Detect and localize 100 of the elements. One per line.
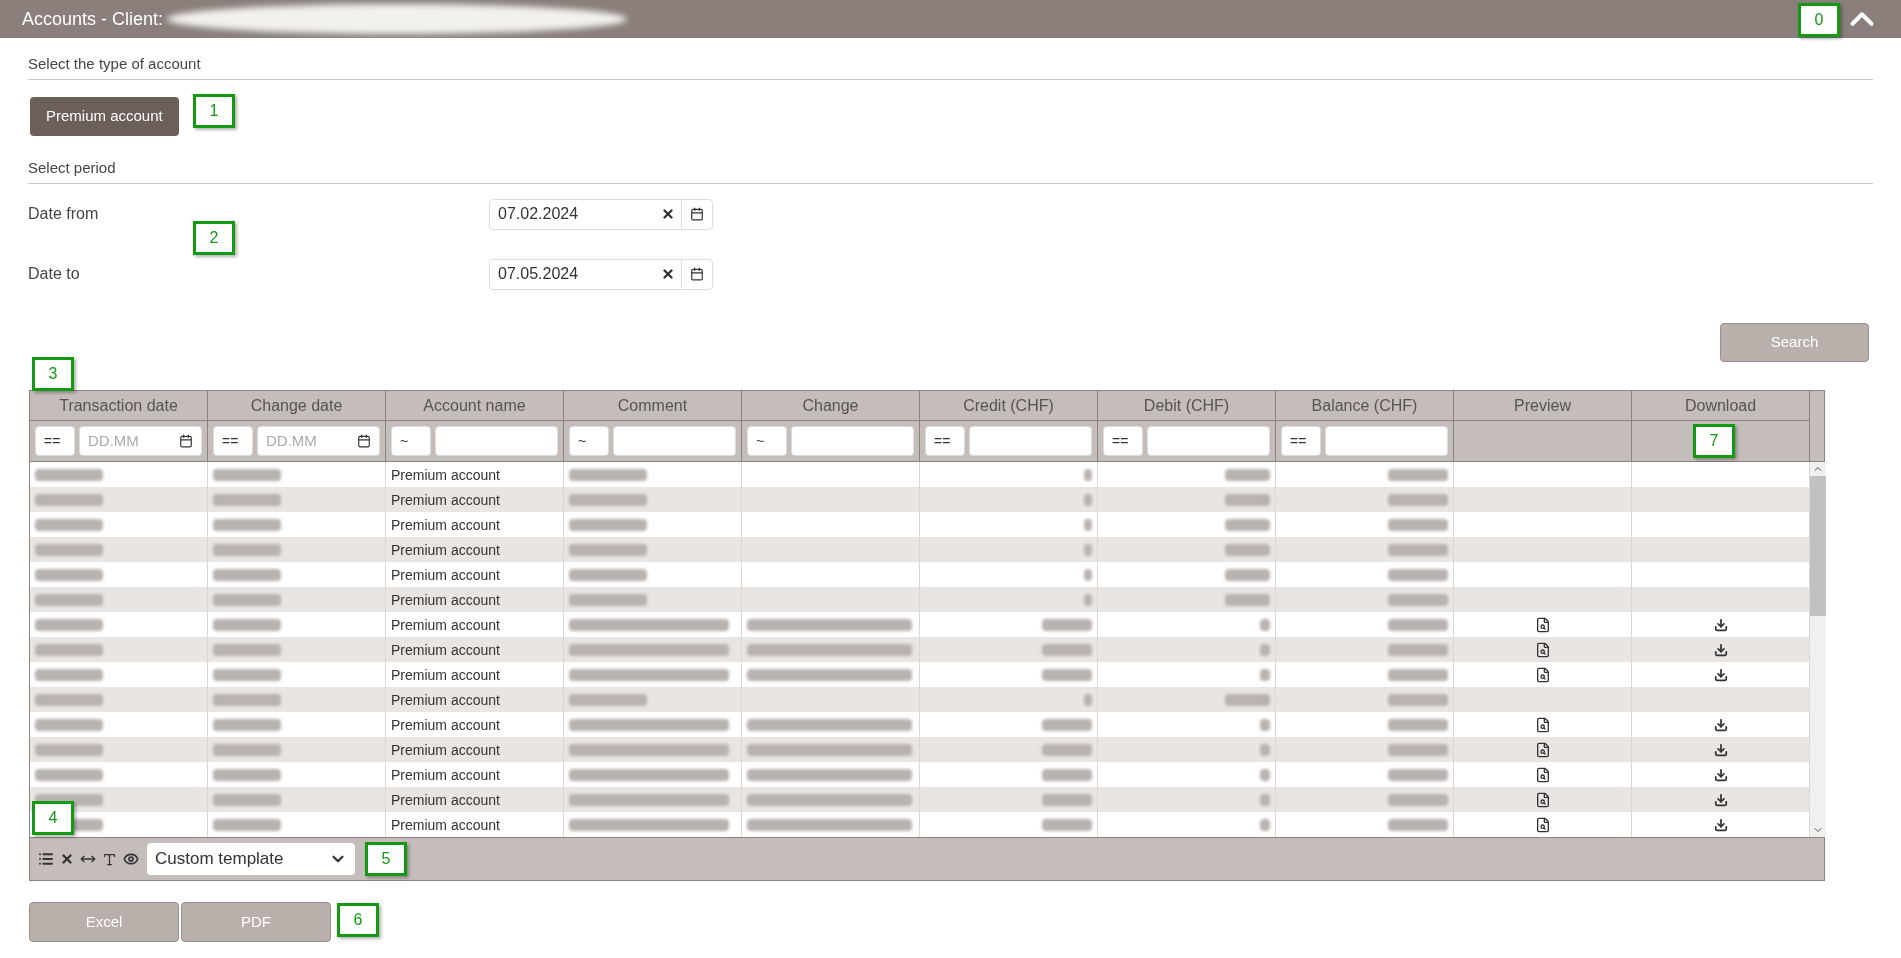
preview-icon[interactable] <box>1534 816 1551 833</box>
filter-field[interactable] <box>613 426 736 456</box>
redacted-text <box>1388 518 1448 531</box>
account-type-button[interactable]: Premium account <box>30 97 179 136</box>
callout-marker: 1 <box>193 94 235 128</box>
operator-field[interactable]: ~ <box>569 426 609 456</box>
redacted-text <box>35 693 103 706</box>
redacted-text <box>1260 643 1270 656</box>
redacted-text <box>1388 793 1448 806</box>
redacted-text <box>1388 818 1448 831</box>
table-cell: Premium account <box>391 766 500 783</box>
callout-marker: 6 <box>337 903 379 937</box>
column-header[interactable]: Preview <box>1454 391 1631 421</box>
redacted-text <box>1084 593 1092 606</box>
redacted-text <box>35 768 103 781</box>
filter-field[interactable] <box>1325 426 1448 456</box>
download-icon[interactable] <box>1713 817 1728 832</box>
redacted-text <box>1042 743 1092 756</box>
redacted-text <box>213 543 281 556</box>
export-button[interactable]: Excel <box>29 902 179 942</box>
redacted-text <box>213 493 281 506</box>
preview-icon[interactable] <box>1534 641 1551 658</box>
redacted-text <box>1260 793 1270 806</box>
download-icon[interactable] <box>1713 667 1728 682</box>
column-header[interactable]: Account name <box>386 391 563 421</box>
table-cell: Premium account <box>391 641 500 658</box>
clear-icon[interactable] <box>661 207 675 221</box>
preview-icon[interactable] <box>1534 716 1551 733</box>
operator-field[interactable]: == <box>1281 426 1321 456</box>
redacted-text <box>213 518 281 531</box>
filter-field[interactable] <box>1147 426 1270 456</box>
column-header[interactable]: Debit (CHF) <box>1098 391 1275 421</box>
redacted-text <box>213 468 281 481</box>
filter-field[interactable] <box>435 426 558 456</box>
clear-icon[interactable] <box>661 267 675 281</box>
column-header[interactable]: Credit (CHF) <box>920 391 1097 421</box>
download-icon[interactable] <box>1713 767 1728 782</box>
redacted-text <box>1260 743 1270 756</box>
operator-field[interactable]: == <box>925 426 965 456</box>
filter-field[interactable] <box>969 426 1092 456</box>
eye-icon[interactable] <box>123 851 139 867</box>
list-icon[interactable] <box>38 851 54 867</box>
redacted-text <box>213 593 281 606</box>
preview-icon[interactable] <box>1534 766 1551 783</box>
redacted-text <box>1388 643 1448 656</box>
redacted-text <box>1388 693 1448 706</box>
preview-icon[interactable] <box>1534 741 1551 758</box>
redacted-text <box>35 543 103 556</box>
operator-field[interactable]: ~ <box>391 426 431 456</box>
download-icon[interactable] <box>1713 742 1728 757</box>
preview-icon[interactable] <box>1534 616 1551 633</box>
redacted-text <box>35 593 103 606</box>
close-icon[interactable] <box>60 852 74 866</box>
filter-field[interactable] <box>791 426 914 456</box>
column-header[interactable]: Balance (CHF) <box>1276 391 1453 421</box>
search-button[interactable]: Search <box>1720 323 1869 362</box>
download-icon[interactable] <box>1713 717 1728 732</box>
template-select[interactable]: Custom template <box>147 843 355 875</box>
operator-field[interactable]: == <box>1103 426 1143 456</box>
preview-icon[interactable] <box>1534 791 1551 808</box>
column-header[interactable]: Comment <box>564 391 741 421</box>
column-header[interactable]: Change date <box>208 391 385 421</box>
redacted-text <box>1388 668 1448 681</box>
redacted-text <box>1260 768 1270 781</box>
redacted-text <box>35 643 103 656</box>
redacted-text <box>1225 693 1270 706</box>
calendar-icon[interactable] <box>357 434 371 448</box>
column-header[interactable]: Change <box>742 391 919 421</box>
redacted-text <box>1225 468 1270 481</box>
operator-field[interactable]: == <box>213 426 253 456</box>
date-filter-field[interactable]: DD.MM <box>79 426 202 456</box>
section-heading: Select the type of account <box>28 55 201 72</box>
table-cell: Premium account <box>391 541 500 558</box>
download-icon[interactable] <box>1713 617 1728 632</box>
redacted-text <box>213 693 281 706</box>
redacted-text <box>1388 718 1448 731</box>
redacted-text <box>213 768 281 781</box>
calendar-icon[interactable] <box>690 267 704 281</box>
download-icon[interactable] <box>1713 642 1728 657</box>
text-icon[interactable] <box>102 851 117 867</box>
column-header[interactable]: Download <box>1632 391 1809 421</box>
redacted-text <box>1084 493 1092 506</box>
date-filter-field[interactable]: DD.MM <box>257 426 380 456</box>
date-field[interactable]: 07.02.2024 <box>489 198 713 230</box>
export-button[interactable]: PDF <box>181 902 331 942</box>
field-label: Date from <box>28 204 100 224</box>
redacted-text <box>213 618 281 631</box>
date-field[interactable]: 07.05.2024 <box>489 258 713 290</box>
operator-field[interactable]: ~ <box>747 426 787 456</box>
table-cell: Premium account <box>391 516 500 533</box>
calendar-icon[interactable] <box>179 434 193 448</box>
calendar-icon[interactable] <box>690 207 704 221</box>
redacted-text <box>213 568 281 581</box>
operator-field[interactable]: == <box>35 426 75 456</box>
preview-icon[interactable] <box>1534 666 1551 683</box>
redacted-text <box>213 743 281 756</box>
download-icon[interactable] <box>1713 792 1728 807</box>
table-cell: Premium account <box>391 791 500 808</box>
redacted-text <box>1388 768 1448 781</box>
redacted-text <box>1260 618 1270 631</box>
